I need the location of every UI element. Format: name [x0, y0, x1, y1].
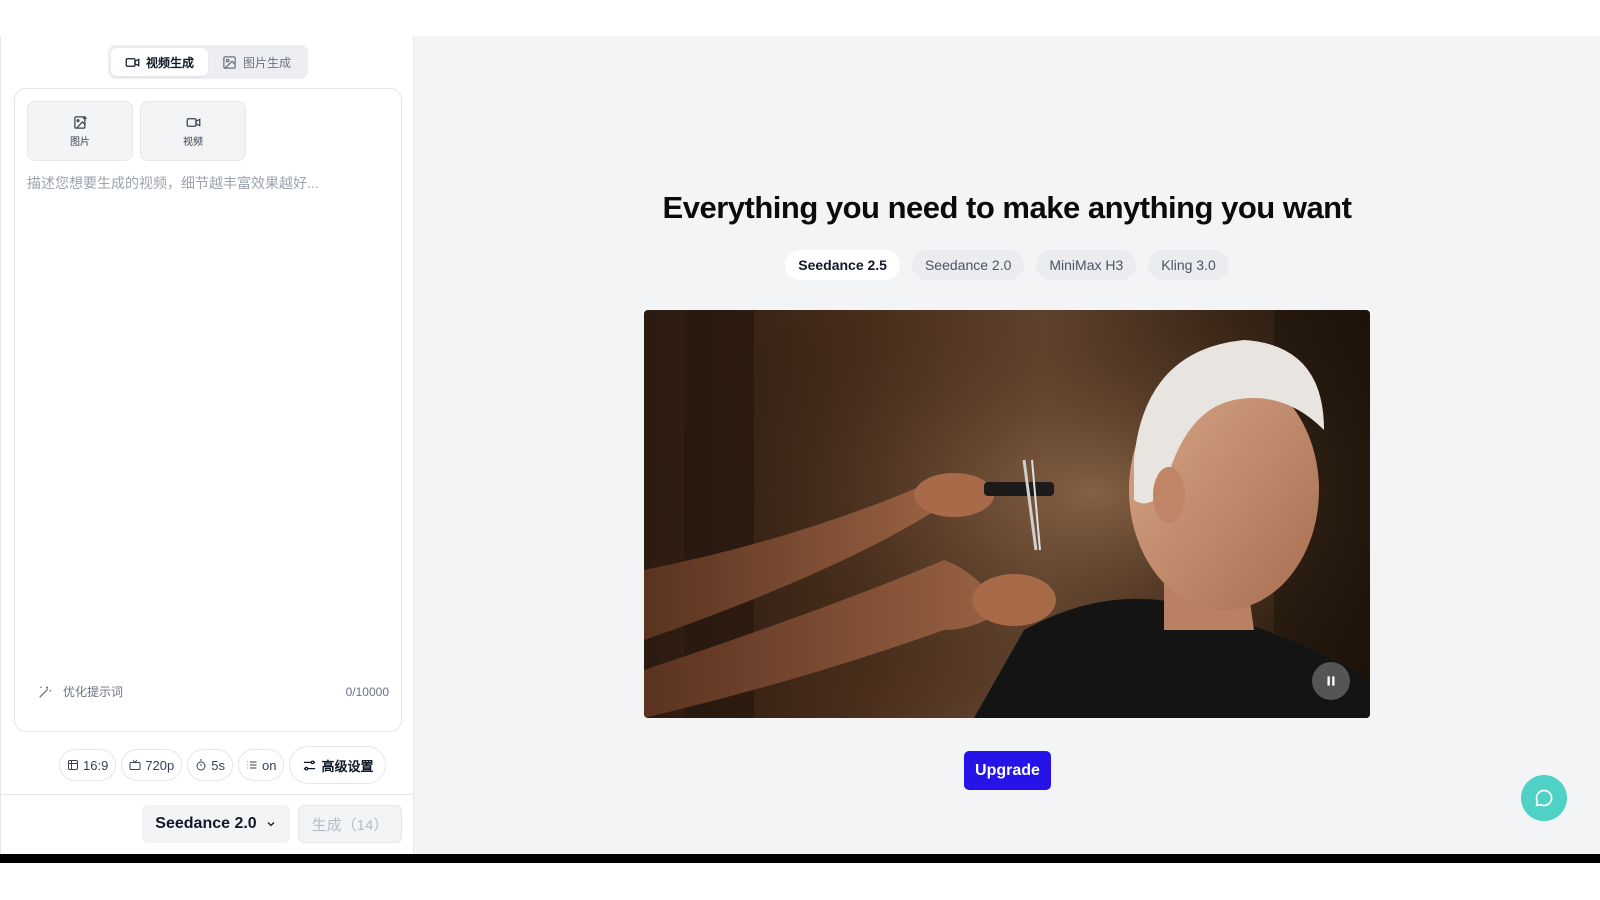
- tab-seedance-2-0[interactable]: Seedance 2.0: [911, 250, 1025, 280]
- tab-image-generation[interactable]: 图片生成: [208, 48, 305, 76]
- mode-switch: 视频生成 图片生成: [108, 45, 308, 79]
- tab-label: 图片生成: [242, 55, 291, 70]
- timer-icon: [196, 759, 206, 771]
- resolution-value: 720p: [145, 757, 175, 773]
- model-tabs: Seedance 2.5 Seedance 2.0 MiniMax H3 Kli…: [414, 250, 1600, 280]
- tv-icon: [129, 759, 141, 770]
- page-title: Everything you need to make anything you…: [662, 190, 1352, 225]
- optimize-label: 优化提示词: [63, 685, 124, 699]
- upload-video-button[interactable]: 视频: [140, 101, 246, 161]
- duration-value: 5s: [211, 757, 225, 773]
- tab-video-generation[interactable]: 视频生成: [111, 48, 208, 76]
- audio-chip[interactable]: on: [237, 749, 285, 781]
- generator-sidebar: 视频生成 图片生成 图片 视频 优化提示词: [0, 36, 414, 854]
- main-showcase: Everything you need to make anything you…: [414, 36, 1600, 854]
- chat-bubble-icon: [1535, 789, 1553, 807]
- list-icon: [247, 761, 257, 769]
- bottom-letterbox: [0, 854, 1600, 863]
- resolution-chip[interactable]: 720p: [121, 749, 183, 781]
- app-frame: 视频生成 图片生成 图片 视频 优化提示词: [0, 36, 1600, 854]
- image-icon: [223, 55, 236, 69]
- upload-video-label: 视频: [183, 136, 203, 148]
- video-icon: [125, 57, 140, 67]
- aspect-ratio-chip[interactable]: 16:9: [59, 749, 117, 781]
- chat-support-button[interactable]: [1521, 775, 1567, 821]
- advanced-settings-button[interactable]: 高级设置: [289, 746, 387, 784]
- magic-wand-icon: [39, 686, 51, 698]
- pause-icon: [1327, 676, 1335, 686]
- prompt-editor: 图片 视频 优化提示词 0/10000: [14, 88, 402, 732]
- upgrade-button[interactable]: Upgrade: [964, 751, 1051, 790]
- tab-label: 视频生成: [145, 55, 194, 70]
- video-icon: [186, 117, 200, 127]
- optimize-prompt-button[interactable]: 优化提示词: [37, 683, 123, 700]
- audio-value: on: [261, 757, 277, 773]
- model-select[interactable]: Seedance 2.0: [142, 805, 290, 843]
- upload-image-label: 图片: [70, 136, 90, 148]
- advanced-settings-label: 高级设置: [321, 758, 374, 774]
- settings-row: 16:9 720p 5s on 高级设置: [59, 746, 387, 784]
- footer-divider: [1, 794, 414, 795]
- generate-button[interactable]: 生成（14）: [298, 805, 402, 843]
- tab-kling-3-0[interactable]: Kling 3.0: [1148, 250, 1229, 280]
- barber-scene-image: [644, 310, 1370, 718]
- aspect-ratio-icon: [68, 760, 78, 770]
- char-counter: 0/10000: [345, 685, 389, 699]
- upload-row: 图片 视频: [27, 101, 246, 161]
- image-plus-icon: [73, 115, 87, 129]
- showcase-video[interactable]: [644, 310, 1370, 718]
- pause-button[interactable]: [1312, 662, 1350, 700]
- tab-minimax-h3[interactable]: MiniMax H3: [1036, 250, 1137, 280]
- upload-image-button[interactable]: 图片: [27, 101, 133, 161]
- sliders-icon: [304, 760, 316, 770]
- chevron-down-icon: [267, 822, 275, 827]
- aspect-ratio-value: 16:9: [83, 757, 109, 773]
- prompt-input[interactable]: [27, 173, 389, 663]
- model-select-value: Seedance 2.0: [155, 815, 257, 832]
- tab-seedance-2-5[interactable]: Seedance 2.5: [785, 250, 900, 280]
- duration-chip[interactable]: 5s: [187, 749, 233, 781]
